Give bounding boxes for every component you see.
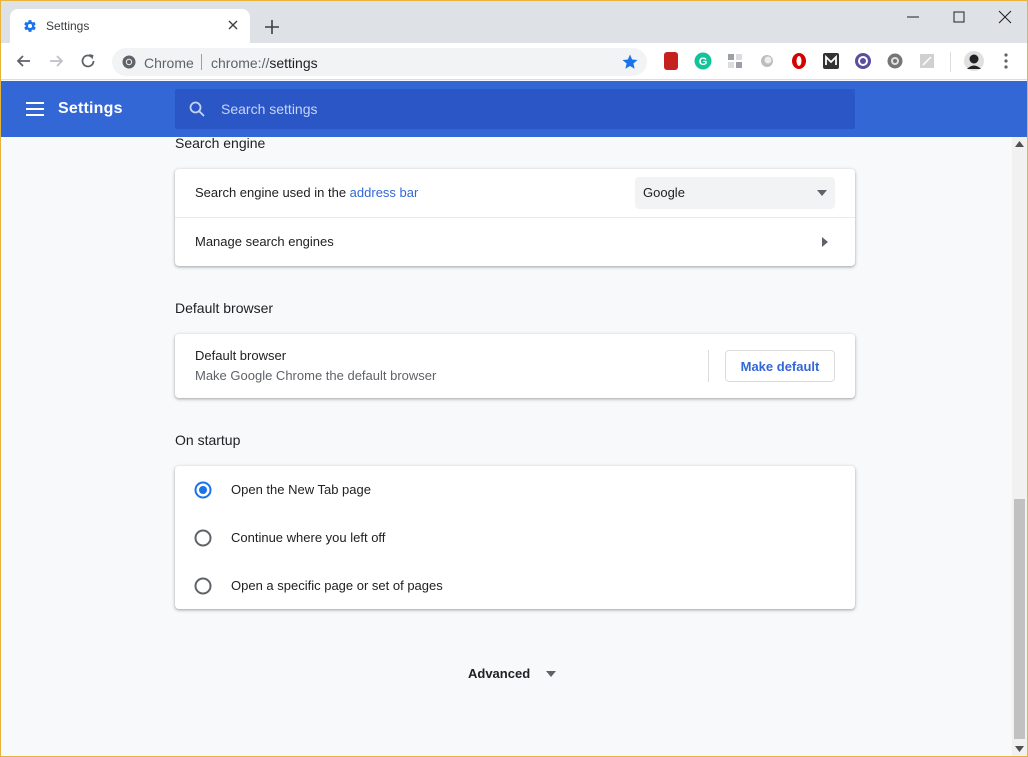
section-title-default-browser: Default browser xyxy=(175,300,274,316)
settings-content: Search engine Search engine used in the … xyxy=(1,135,1011,756)
search-settings-input[interactable] xyxy=(221,89,821,129)
tab-title: Settings xyxy=(46,19,90,33)
grammarly-icon[interactable]: G xyxy=(694,52,712,70)
search-engine-label: Search engine used in the address bar xyxy=(195,185,419,200)
startup-option-continue[interactable]: Continue where you left off xyxy=(175,514,855,562)
manage-search-engines-label: Manage search engines xyxy=(195,234,334,249)
radio-selected-icon[interactable] xyxy=(194,481,212,499)
new-tab-plus-icon[interactable] xyxy=(263,18,281,36)
target-extension-icon[interactable] xyxy=(854,52,872,70)
browser-window: Settings Chrome chrome://settings G Sett… xyxy=(0,0,1028,757)
section-title-search-engine: Search engine xyxy=(175,135,266,151)
more-menu-icon[interactable] xyxy=(997,52,1015,70)
grid-extension-icon[interactable] xyxy=(726,52,744,70)
startup-option-label: Open a specific page or set of pages xyxy=(231,578,443,593)
reload-icon[interactable] xyxy=(78,51,98,71)
on-startup-card: Open the New Tab page Continue where you… xyxy=(175,466,855,609)
scrollbar-thumb[interactable] xyxy=(1014,499,1025,739)
default-browser-card: Default browser Make Google Chrome the d… xyxy=(175,334,855,398)
settings-title: Settings xyxy=(58,100,123,117)
forward-arrow-icon[interactable] xyxy=(46,51,66,71)
close-window-icon[interactable] xyxy=(995,7,1015,27)
gear-icon xyxy=(24,20,36,32)
tab-strip: Settings xyxy=(1,1,1027,43)
omnibox-separator xyxy=(201,54,202,70)
profile-avatar-icon[interactable] xyxy=(964,51,984,71)
m-extension-icon[interactable] xyxy=(822,52,840,70)
startup-option-specific-pages[interactable]: Open a specific page or set of pages xyxy=(175,562,855,610)
maximize-icon[interactable] xyxy=(949,7,969,27)
scroll-down-arrow-icon[interactable] xyxy=(1015,746,1024,752)
dropdown-arrow-icon xyxy=(817,190,827,196)
bookmark-star-icon[interactable] xyxy=(621,53,639,71)
back-arrow-icon[interactable] xyxy=(14,51,34,71)
settings-header: Settings xyxy=(1,81,1027,137)
manage-search-engines-row[interactable]: Manage search engines xyxy=(175,218,855,266)
section-title-on-startup: On startup xyxy=(175,432,241,448)
make-default-button[interactable]: Make default xyxy=(725,350,835,382)
address-bar-link[interactable]: address bar xyxy=(350,185,419,200)
radio-unselected-icon[interactable] xyxy=(194,577,212,595)
tab-settings[interactable]: Settings xyxy=(10,9,250,43)
radio-unselected-icon[interactable] xyxy=(194,529,212,547)
chrome-logo-icon xyxy=(122,55,136,69)
expand-arrow-icon[interactable] xyxy=(546,670,556,678)
startup-option-label: Continue where you left off xyxy=(231,530,386,545)
search-icon xyxy=(189,101,205,117)
url-text[interactable]: chrome://settings xyxy=(211,55,318,71)
page-scrollbar[interactable] xyxy=(1012,137,1027,756)
scroll-up-arrow-icon[interactable] xyxy=(1015,141,1024,147)
startup-option-label: Open the New Tab page xyxy=(231,482,371,497)
svg-text:G: G xyxy=(699,56,708,68)
pdf-extension-icon[interactable] xyxy=(918,52,936,70)
browser-toolbar: Chrome chrome://settings G xyxy=(1,43,1027,80)
default-browser-sublabel: Make Google Chrome the default browser xyxy=(195,368,437,383)
default-browser-label: Default browser xyxy=(195,348,287,363)
startup-option-new-tab[interactable]: Open the New Tab page xyxy=(175,466,855,514)
book-icon[interactable] xyxy=(664,52,678,70)
opera-icon[interactable] xyxy=(790,52,808,70)
chevron-right-icon xyxy=(822,237,828,247)
advanced-toggle[interactable]: Advanced xyxy=(468,666,530,681)
search-settings-box[interactable] xyxy=(175,89,855,129)
minimize-icon[interactable] xyxy=(903,7,923,27)
vertical-separator xyxy=(708,350,709,382)
selected-engine: Google xyxy=(643,185,685,200)
search-engine-row: Search engine used in the address bar Go… xyxy=(175,169,855,217)
hamburger-menu-icon[interactable] xyxy=(26,101,44,117)
site-chip-label: Chrome xyxy=(144,55,194,71)
search-engine-card: Search engine used in the address bar Go… xyxy=(175,169,855,266)
toolbar-separator xyxy=(950,52,951,72)
close-tab-icon[interactable] xyxy=(225,17,241,33)
address-bar[interactable]: Chrome chrome://settings xyxy=(112,48,647,76)
gear-extension-icon[interactable] xyxy=(886,52,904,70)
search-engine-select[interactable]: Google xyxy=(635,177,835,209)
circle-extension-icon[interactable] xyxy=(758,52,776,70)
